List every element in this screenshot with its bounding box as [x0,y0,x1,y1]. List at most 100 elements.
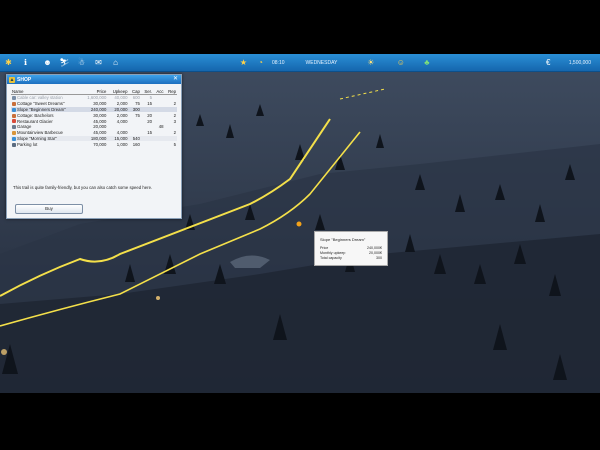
letterbox-bottom [0,393,600,450]
item-icon [12,113,16,118]
letterbox-top [0,0,600,54]
weather-icon[interactable]: ☀ [365,57,376,68]
tooltip-value: 240,000€ [367,246,382,250]
shop-icon[interactable]: ⌂ [110,57,121,68]
cell-cap: 160 [129,141,141,147]
cell-text: 75 [135,101,140,107]
item-icon [12,142,16,147]
cell-text: 20,000 [93,124,107,130]
cell-text: 45,000 [93,118,107,124]
cell-text: 4,000 [116,118,128,124]
table-row[interactable]: Parking lot 70,000 1,000 160 5 [11,141,177,147]
item-icon [12,96,16,101]
money-value: 1,500,000 [568,59,591,66]
cell-text: Cable car: valley station [17,95,63,101]
tooltip-value: 20,000€ [369,251,382,255]
cell-text: 160 [132,141,140,147]
tooltip-label: Price [320,246,329,250]
cell-text: 2 [173,112,176,118]
cell-text: 5 [149,95,153,101]
shop-logo-icon: ▲ [9,76,15,83]
cell-text: 2 [173,130,176,136]
cell-text: 3 [173,118,176,124]
cell-text: 1,600,000 [87,95,107,101]
cell-text: 2 [173,101,176,107]
tooltip-row: Total capacity 300 [320,256,382,260]
tooltip-label: Total capacity [320,256,342,260]
users-icon[interactable]: ☻ [42,57,53,68]
game-time: 08:10 [272,59,285,66]
cell-text: 600 [132,95,140,101]
cell-text: Slope "Morning Star" [17,135,57,141]
cell-text: 540 [132,135,140,141]
cell-text: Slope "Beginners Dream" [17,106,66,112]
lamp-light [1,349,7,355]
cell-text: 40,000 [114,95,128,101]
item-tooltip: Slope "Beginners Dream" Price 240,000€ M… [314,231,388,266]
buy-button[interactable]: Buy [15,204,83,214]
item-icon [12,125,16,130]
cell-text: 5 [173,141,176,147]
cell-text: Mountainview Barbecue [17,130,63,136]
cell-text: 20 [147,112,153,118]
money-display: € 1,500,000 [540,54,594,71]
item-icon [12,102,16,107]
trees-icon[interactable]: ♣ [421,57,432,68]
money-icon: € [546,58,551,67]
tooltip-row: Monthly upkeep 20,000€ [320,251,382,255]
game-day: WEDNESDAY [305,59,338,66]
shop-title: SHOP [17,76,32,83]
cell-text: Garage [17,124,32,130]
cell-text: 2,000 [116,101,128,107]
cell-text: 30,000 [93,101,107,107]
cell-text: 300 [132,106,140,112]
cell-text: 240,000 [90,106,107,112]
cell-text: 20,000 [114,106,128,112]
cell-acc [153,141,165,147]
cell-rep: 5 [165,141,177,147]
cell-text: Parking lot [17,141,38,147]
cell-text: 15,000 [114,135,128,141]
cell-text: 45,000 [93,130,107,136]
item-description: This trail is quite family-friendly, but… [13,185,153,190]
cell-text: 15 [147,130,153,136]
mail-icon[interactable]: ✉ [93,57,104,68]
cell-text: Cottage "Sweet Dreams" [17,101,65,107]
close-icon[interactable]: ✕ [172,76,179,83]
cell-text: Restaurant Glacier [17,118,53,124]
smiley-icon[interactable]: ☺ [395,57,406,68]
shop-window: ▲ SHOP ✕ Name Price Upkeep Cap Ser. Acc … [6,74,182,219]
placement-marker[interactable] [296,221,302,227]
tooltip-row: Price 240,000€ [320,246,382,250]
shop-items-table: Name Price Upkeep Cap Ser. Acc Rep Cable… [11,88,177,147]
gear-icon[interactable]: ✱ [3,57,14,68]
item-icon [12,136,16,141]
cell-text: 4,000 [116,130,128,136]
item-icon [12,119,16,124]
item-icon [12,107,16,112]
clock-icon: ◔ [258,58,263,67]
info-icon[interactable]: ℹ [20,57,31,68]
status-area: ★ ◔ 08:10 WEDNESDAY ☀ ☺ ♣ [235,54,435,71]
cell-price: 70,000 [81,141,108,147]
cell-name: Parking lot [11,141,81,147]
trail-icon[interactable]: ⛷ [59,57,70,68]
lamp-light [156,296,160,300]
cell-text: 48 [158,124,164,130]
top-toolbar: ✱ ℹ ☻ ⛷ ☃ ✉ ⌂ ★ ◔ 08:10 WEDNESDAY ☀ ☺ ♣ … [0,54,600,72]
cell-text: 70,000 [93,141,107,147]
cell-text: 20 [147,118,153,124]
cell-text: 75 [135,112,140,118]
cell-text: 30,000 [93,112,107,118]
item-icon [12,131,16,136]
cell-ser [141,141,153,147]
cell-upkeep: 1,000 [107,141,128,147]
tooltip-value: 300 [376,256,382,260]
cell-text: 15 [147,101,153,107]
star-icon[interactable]: ★ [238,57,249,68]
cell-text: Cottage: Bachelors [17,112,54,118]
shop-header: ▲ SHOP ✕ [7,75,181,84]
cell-text: 180,000 [90,135,107,141]
snowman-icon[interactable]: ☃ [76,57,87,68]
tooltip-title: Slope "Beginners Dream" [320,237,366,242]
